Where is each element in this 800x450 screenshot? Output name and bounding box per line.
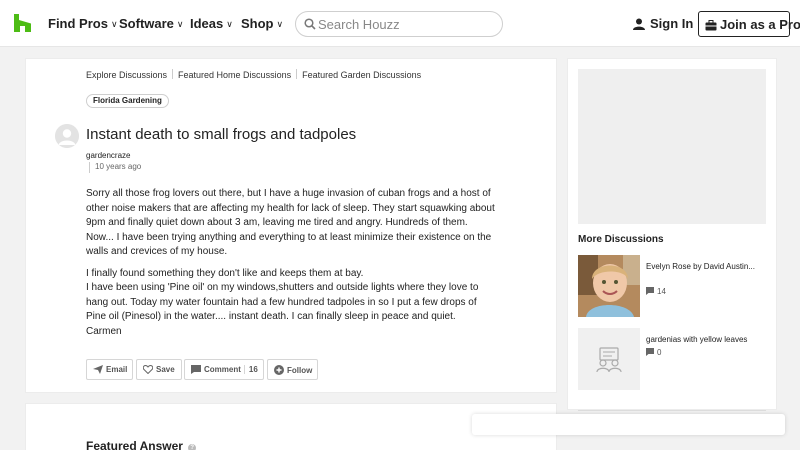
more-discussions-heading: More Discussions (578, 234, 664, 245)
comment-icon (191, 365, 201, 374)
breadcrumb-featured-garden[interactable]: Featured Garden Discussions (302, 70, 421, 80)
discussion-comment-count: 0 (646, 348, 661, 357)
discussion-title[interactable]: gardenias with yellow leaves (646, 334, 766, 346)
discussion-card: Explore Discussions Featured Home Discuss… (25, 58, 557, 393)
breadcrumb-separator (296, 69, 298, 79)
breadcrumb: Explore Discussions Featured Home Discuss… (86, 69, 421, 80)
comment-icon (646, 348, 654, 356)
discussion-thumbnail (578, 255, 640, 317)
nav-shop[interactable]: Shop ∨ (241, 16, 283, 31)
default-avatar-icon (55, 124, 79, 148)
comment-count: 16 (243, 365, 258, 374)
page-title: Instant death to small frogs and tadpole… (86, 126, 357, 143)
help-icon[interactable]: ? (188, 444, 197, 450)
child-photo-icon (578, 255, 640, 317)
post-timestamp: 10 years ago (89, 162, 141, 173)
chevron-down-icon: ∨ (226, 19, 233, 29)
follow-button[interactable]: Follow (267, 359, 318, 380)
floating-bar[interactable] (472, 414, 785, 435)
comment-button[interactable]: Comment 16 (184, 359, 264, 380)
post-paragraph: I finally found something they don't lik… (86, 267, 364, 279)
topic-tag[interactable]: Florida Gardening (86, 94, 169, 108)
sign-in-link[interactable]: Sign In (633, 16, 693, 31)
join-as-pro-button[interactable]: Join as a Pro (698, 11, 800, 37)
ad-placeholder (578, 69, 766, 224)
send-icon (93, 365, 103, 374)
breadcrumb-explore-discussions[interactable]: Explore Discussions (86, 70, 167, 80)
heart-icon (142, 364, 154, 375)
featured-answer-heading: Featured Answer ? (86, 439, 197, 450)
post-signature: Carmen (86, 325, 122, 337)
briefcase-icon (705, 20, 717, 31)
sidebar: More Discussions Evelyn Rose by David Au… (567, 58, 777, 411)
discussion-thumbnail (578, 328, 640, 390)
discussion-title[interactable]: Evelyn Rose by David Austin... (646, 261, 766, 273)
comment-icon (646, 287, 654, 295)
search-input[interactable] (318, 15, 498, 33)
avatar[interactable] (55, 124, 79, 148)
top-header: Find Pros∨ Software∨ Ideas∨ Shop∨ Sign I… (0, 0, 800, 47)
search-box[interactable] (295, 11, 503, 37)
post-body: Sorry all those frog lovers out there, b… (86, 187, 498, 339)
nav-find-pros[interactable]: Find Pros ∨ (48, 16, 118, 31)
post-paragraph: Sorry all those frog lovers out there, b… (86, 188, 495, 257)
author-name[interactable]: gardencraze (86, 151, 130, 160)
chevron-down-icon: ∨ (110, 19, 118, 29)
plus-circle-icon (274, 365, 284, 375)
breadcrumb-separator (172, 69, 174, 79)
discussion-item[interactable]: gardenias with yellow leaves 0 (578, 328, 768, 390)
discussion-comment-count: 14 (646, 287, 666, 296)
post-paragraph: I have been using 'Pine oil' on my windo… (86, 282, 479, 322)
divider (578, 410, 766, 411)
breadcrumb-featured-home[interactable]: Featured Home Discussions (178, 70, 291, 80)
chevron-down-icon: ∨ (176, 19, 184, 29)
chevron-down-icon: ∨ (276, 19, 284, 29)
houzz-logo-icon[interactable] (14, 14, 31, 32)
search-icon (304, 18, 316, 30)
nav-ideas[interactable]: Ideas ∨ (190, 16, 233, 31)
email-button[interactable]: Email (86, 359, 133, 380)
nav-software[interactable]: Software ∨ (119, 16, 184, 31)
user-icon (633, 18, 645, 30)
save-button[interactable]: Save (136, 359, 182, 380)
placeholder-people-icon (578, 328, 640, 390)
discussion-item[interactable]: Evelyn Rose by David Austin... 14 (578, 255, 768, 317)
